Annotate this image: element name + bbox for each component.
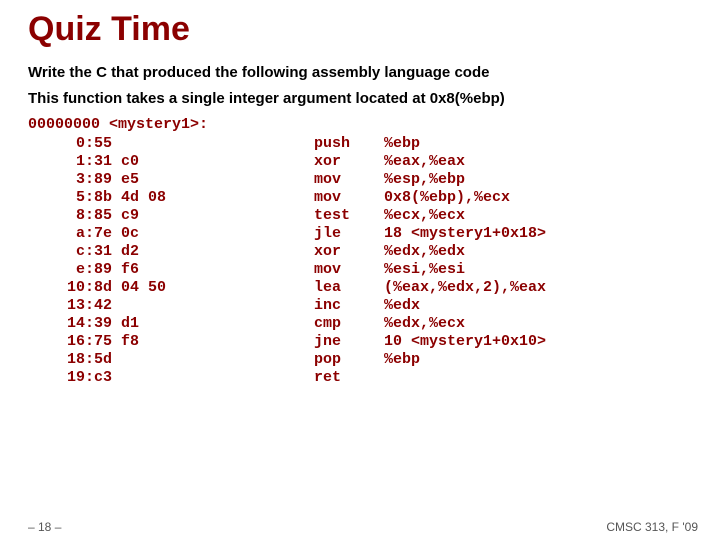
asm-bytes: 31 c0 <box>94 153 204 171</box>
asm-gap <box>204 351 314 369</box>
asm-operands: %edx <box>384 297 546 315</box>
asm-bytes: 42 <box>94 297 204 315</box>
asm-mnemonic: pop <box>314 351 384 369</box>
asm-row: 5:8b 4d 08 mov0x8(%ebp),%ecx <box>44 189 546 207</box>
asm-gap <box>204 225 314 243</box>
asm-operands: 0x8(%ebp),%ecx <box>384 189 546 207</box>
asm-mnemonic: jne <box>314 333 384 351</box>
asm-row: 8:85 c9 test%ecx,%ecx <box>44 207 546 225</box>
asm-gap <box>204 189 314 207</box>
asm-row: e:89 f6 mov%esi,%esi <box>44 261 546 279</box>
asm-operands: %ebp <box>384 135 546 153</box>
asm-operands: %edx,%edx <box>384 243 546 261</box>
asm-mnemonic: jle <box>314 225 384 243</box>
asm-addr: 19: <box>44 369 94 387</box>
symbol-header: 00000000 <mystery1>: <box>28 116 692 133</box>
intro-line-1: Write the C that produced the following … <box>28 63 692 83</box>
asm-bytes: 85 c9 <box>94 207 204 225</box>
asm-mnemonic: test <box>314 207 384 225</box>
asm-row: 13:42 inc%edx <box>44 297 546 315</box>
asm-mnemonic: inc <box>314 297 384 315</box>
asm-operands: %ecx,%ecx <box>384 207 546 225</box>
asm-operands: %esp,%ebp <box>384 171 546 189</box>
asm-row: 0:55 push%ebp <box>44 135 546 153</box>
asm-addr: e: <box>44 261 94 279</box>
asm-mnemonic: mov <box>314 171 384 189</box>
asm-gap <box>204 135 314 153</box>
asm-addr: c: <box>44 243 94 261</box>
asm-operands: %edx,%ecx <box>384 315 546 333</box>
asm-mnemonic: lea <box>314 279 384 297</box>
asm-row: 14:39 d1 cmp%edx,%ecx <box>44 315 546 333</box>
asm-bytes: 5d <box>94 351 204 369</box>
asm-gap <box>204 207 314 225</box>
asm-mnemonic: ret <box>314 369 384 387</box>
asm-bytes: 89 e5 <box>94 171 204 189</box>
intro-line-2: This function takes a single integer arg… <box>28 89 692 109</box>
asm-bytes: 75 f8 <box>94 333 204 351</box>
asm-bytes: 8b 4d 08 <box>94 189 204 207</box>
asm-addr: a: <box>44 225 94 243</box>
asm-mnemonic: mov <box>314 261 384 279</box>
asm-addr: 14: <box>44 315 94 333</box>
assembly-table: 0:55push%ebp1:31 c0xor%eax,%eax3:89 e5mo… <box>44 135 546 387</box>
asm-addr: 0: <box>44 135 94 153</box>
asm-addr: 5: <box>44 189 94 207</box>
asm-gap <box>204 369 314 387</box>
asm-row: 18:5d pop%ebp <box>44 351 546 369</box>
asm-gap <box>204 153 314 171</box>
asm-addr: 18: <box>44 351 94 369</box>
slide-title: Quiz Time <box>28 10 692 49</box>
asm-mnemonic: mov <box>314 189 384 207</box>
asm-bytes: 89 f6 <box>94 261 204 279</box>
asm-operands: %esi,%esi <box>384 261 546 279</box>
asm-gap <box>204 171 314 189</box>
asm-operands: %ebp <box>384 351 546 369</box>
asm-operands <box>384 369 546 387</box>
asm-operands: 10 <mystery1+0x10> <box>384 333 546 351</box>
asm-row: 10:8d 04 50 lea(%eax,%edx,2),%eax <box>44 279 546 297</box>
asm-addr: 8: <box>44 207 94 225</box>
asm-gap <box>204 333 314 351</box>
asm-bytes: 39 d1 <box>94 315 204 333</box>
asm-gap <box>204 315 314 333</box>
asm-addr: 3: <box>44 171 94 189</box>
asm-mnemonic: cmp <box>314 315 384 333</box>
asm-addr: 10: <box>44 279 94 297</box>
asm-operands: (%eax,%edx,2),%eax <box>384 279 546 297</box>
asm-row: 1:31 c0 xor%eax,%eax <box>44 153 546 171</box>
asm-bytes: 55 <box>94 135 204 153</box>
asm-mnemonic: xor <box>314 153 384 171</box>
asm-row: 3:89 e5 mov%esp,%ebp <box>44 171 546 189</box>
asm-row: 19:c3 ret <box>44 369 546 387</box>
asm-bytes: 31 d2 <box>94 243 204 261</box>
asm-addr: 1: <box>44 153 94 171</box>
asm-operands: %eax,%eax <box>384 153 546 171</box>
asm-mnemonic: xor <box>314 243 384 261</box>
page-number: – 18 – <box>28 520 61 534</box>
asm-row: c:31 d2 xor%edx,%edx <box>44 243 546 261</box>
asm-bytes: c3 <box>94 369 204 387</box>
asm-bytes: 8d 04 50 <box>94 279 204 297</box>
asm-gap <box>204 279 314 297</box>
asm-addr: 16: <box>44 333 94 351</box>
asm-addr: 13: <box>44 297 94 315</box>
asm-gap <box>204 243 314 261</box>
course-id: CMSC 313, F '09 <box>606 520 698 534</box>
asm-gap <box>204 261 314 279</box>
asm-operands: 18 <mystery1+0x18> <box>384 225 546 243</box>
asm-row: 16:75 f8 jne10 <mystery1+0x10> <box>44 333 546 351</box>
asm-mnemonic: push <box>314 135 384 153</box>
asm-gap <box>204 297 314 315</box>
asm-row: a:7e 0c jle18 <mystery1+0x18> <box>44 225 546 243</box>
asm-bytes: 7e 0c <box>94 225 204 243</box>
